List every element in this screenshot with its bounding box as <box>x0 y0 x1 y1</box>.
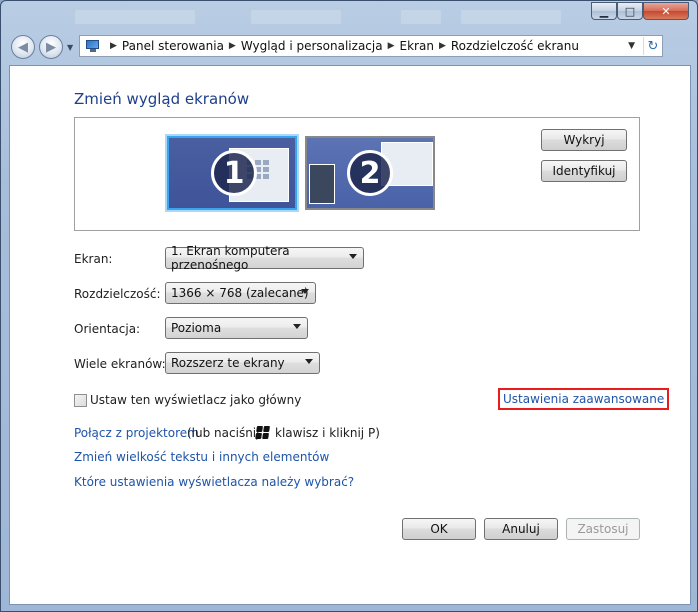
multiple-displays-select-value: Rozszerz te ekrany <box>171 356 285 370</box>
which-settings-link[interactable]: Które ustawienia wyświetlacza należy wyb… <box>74 475 354 489</box>
detect-button[interactable]: Wykryj <box>541 129 627 151</box>
taskbar-ghost-tab <box>75 10 195 24</box>
identify-button[interactable]: Identyfikuj <box>541 160 627 182</box>
orientation-label: Orientacja: <box>74 322 141 336</box>
chevron-down-icon <box>349 254 357 259</box>
control-panel-icon <box>85 39 101 53</box>
projector-hint-text-end: klawisz i kliknij P) <box>275 426 380 440</box>
taskbar-ghost-tab <box>251 10 341 24</box>
minimize-button[interactable]: ▁ <box>591 2 617 20</box>
forward-arrow-icon: ▶ <box>46 39 56 55</box>
taskbar-ghost-tab <box>401 10 441 24</box>
screen-label: Ekran: <box>74 252 113 266</box>
monitor-1-tile[interactable]: 1 <box>167 136 297 210</box>
navigation-bar: ◀ ▶ ▼ ▶ Panel sterowania ▶ Wygląd i pers… <box>1 32 698 62</box>
monitor-arrangement-area: 1 2 Wykryj Identyfikuj <box>74 117 640 231</box>
refresh-icon[interactable]: ↻ <box>643 37 662 55</box>
resolution-label: Rozdzielczość: <box>74 287 161 301</box>
multiple-displays-label: Wiele ekranów: <box>74 357 166 371</box>
breadcrumb-screen-resolution[interactable]: Rozdzielczość ekranu <box>451 39 579 53</box>
apply-button-label: Zastosuj <box>577 522 629 536</box>
ok-button[interactable]: OK <box>402 518 476 540</box>
monitor-2-number: 2 <box>347 150 393 196</box>
text-size-link[interactable]: Zmień wielkość tekstu i innych elementów <box>74 450 329 464</box>
minimize-icon: ▁ <box>599 4 609 18</box>
apply-button[interactable]: Zastosuj <box>566 518 640 540</box>
orientation-select-value: Pozioma <box>171 321 222 335</box>
forward-button[interactable]: ▶ <box>39 35 63 59</box>
multiple-displays-select[interactable]: Rozszerz te ekrany <box>165 352 320 374</box>
back-button[interactable]: ◀ <box>11 35 35 59</box>
taskbar-ghost-tab <box>461 10 561 24</box>
screen-select-value: 1. Ekran komputera przenośnego <box>171 244 290 272</box>
breadcrumb-appearance[interactable]: Wygląd i personalizacja <box>241 39 383 53</box>
detect-button-label: Wykryj <box>563 133 605 147</box>
advanced-settings-link[interactable]: Ustawienia zaawansowane <box>498 388 670 410</box>
window-frame: ▁ □ ✕ ◀ ▶ ▼ ▶ Panel sterowania ▶ Wygląd … <box>0 0 698 612</box>
connect-projector-link[interactable]: Połącz z projektorem <box>74 426 199 440</box>
monitor-thumbnail-window <box>309 164 335 204</box>
orientation-select[interactable]: Pozioma <box>165 317 308 339</box>
projector-hint-text: (lub naciśnij <box>187 426 260 440</box>
address-dropdown-icon[interactable]: ▼ <box>628 41 635 51</box>
ok-button-label: OK <box>430 522 448 536</box>
back-arrow-icon: ◀ <box>18 39 28 55</box>
primary-display-checkbox-label[interactable]: Ustaw ten wyświetlacz jako główny <box>90 393 301 407</box>
chevron-down-icon <box>305 359 313 364</box>
identify-button-label: Identyfikuj <box>552 164 616 178</box>
screen-select[interactable]: 1. Ekran komputera przenośnego <box>165 244 364 272</box>
history-dropdown-icon[interactable]: ▼ <box>67 43 77 53</box>
resolution-select[interactable]: 1366 × 768 (zalecane) <box>165 282 316 304</box>
monitor-2-tile[interactable]: 2 <box>305 136 435 210</box>
primary-display-checkbox[interactable] <box>74 394 87 407</box>
breadcrumb-control-panel[interactable]: Panel sterowania <box>122 39 224 53</box>
maximize-icon: □ <box>624 4 636 18</box>
breadcrumb-separator-icon[interactable]: ▶ <box>439 41 446 51</box>
maximize-button[interactable]: □ <box>617 2 643 20</box>
breadcrumb-separator-icon[interactable]: ▶ <box>229 41 236 51</box>
chevron-down-icon <box>293 324 301 329</box>
cancel-button-label: Anuluj <box>502 522 540 536</box>
resolution-select-value: 1366 × 768 (zalecane) <box>171 286 309 300</box>
windows-key-icon <box>255 426 271 440</box>
close-button[interactable]: ✕ <box>643 2 689 20</box>
main-content: Zmień wygląd ekranów 1 2 Wykryj Identyfi… <box>9 65 691 605</box>
cancel-button[interactable]: Anuluj <box>484 518 558 540</box>
close-icon: ✕ <box>661 4 671 18</box>
breadcrumb-separator-icon[interactable]: ▶ <box>388 41 395 51</box>
title-bar: ▁ □ ✕ <box>1 1 698 31</box>
chevron-down-icon <box>301 289 309 294</box>
breadcrumb-separator-icon[interactable]: ▶ <box>110 41 117 51</box>
breadcrumb-display[interactable]: Ekran <box>400 39 434 53</box>
address-bar[interactable]: ▶ Panel sterowania ▶ Wygląd i personaliz… <box>79 35 663 57</box>
monitor-1-number: 1 <box>211 150 257 196</box>
page-title: Zmień wygląd ekranów <box>74 90 250 108</box>
